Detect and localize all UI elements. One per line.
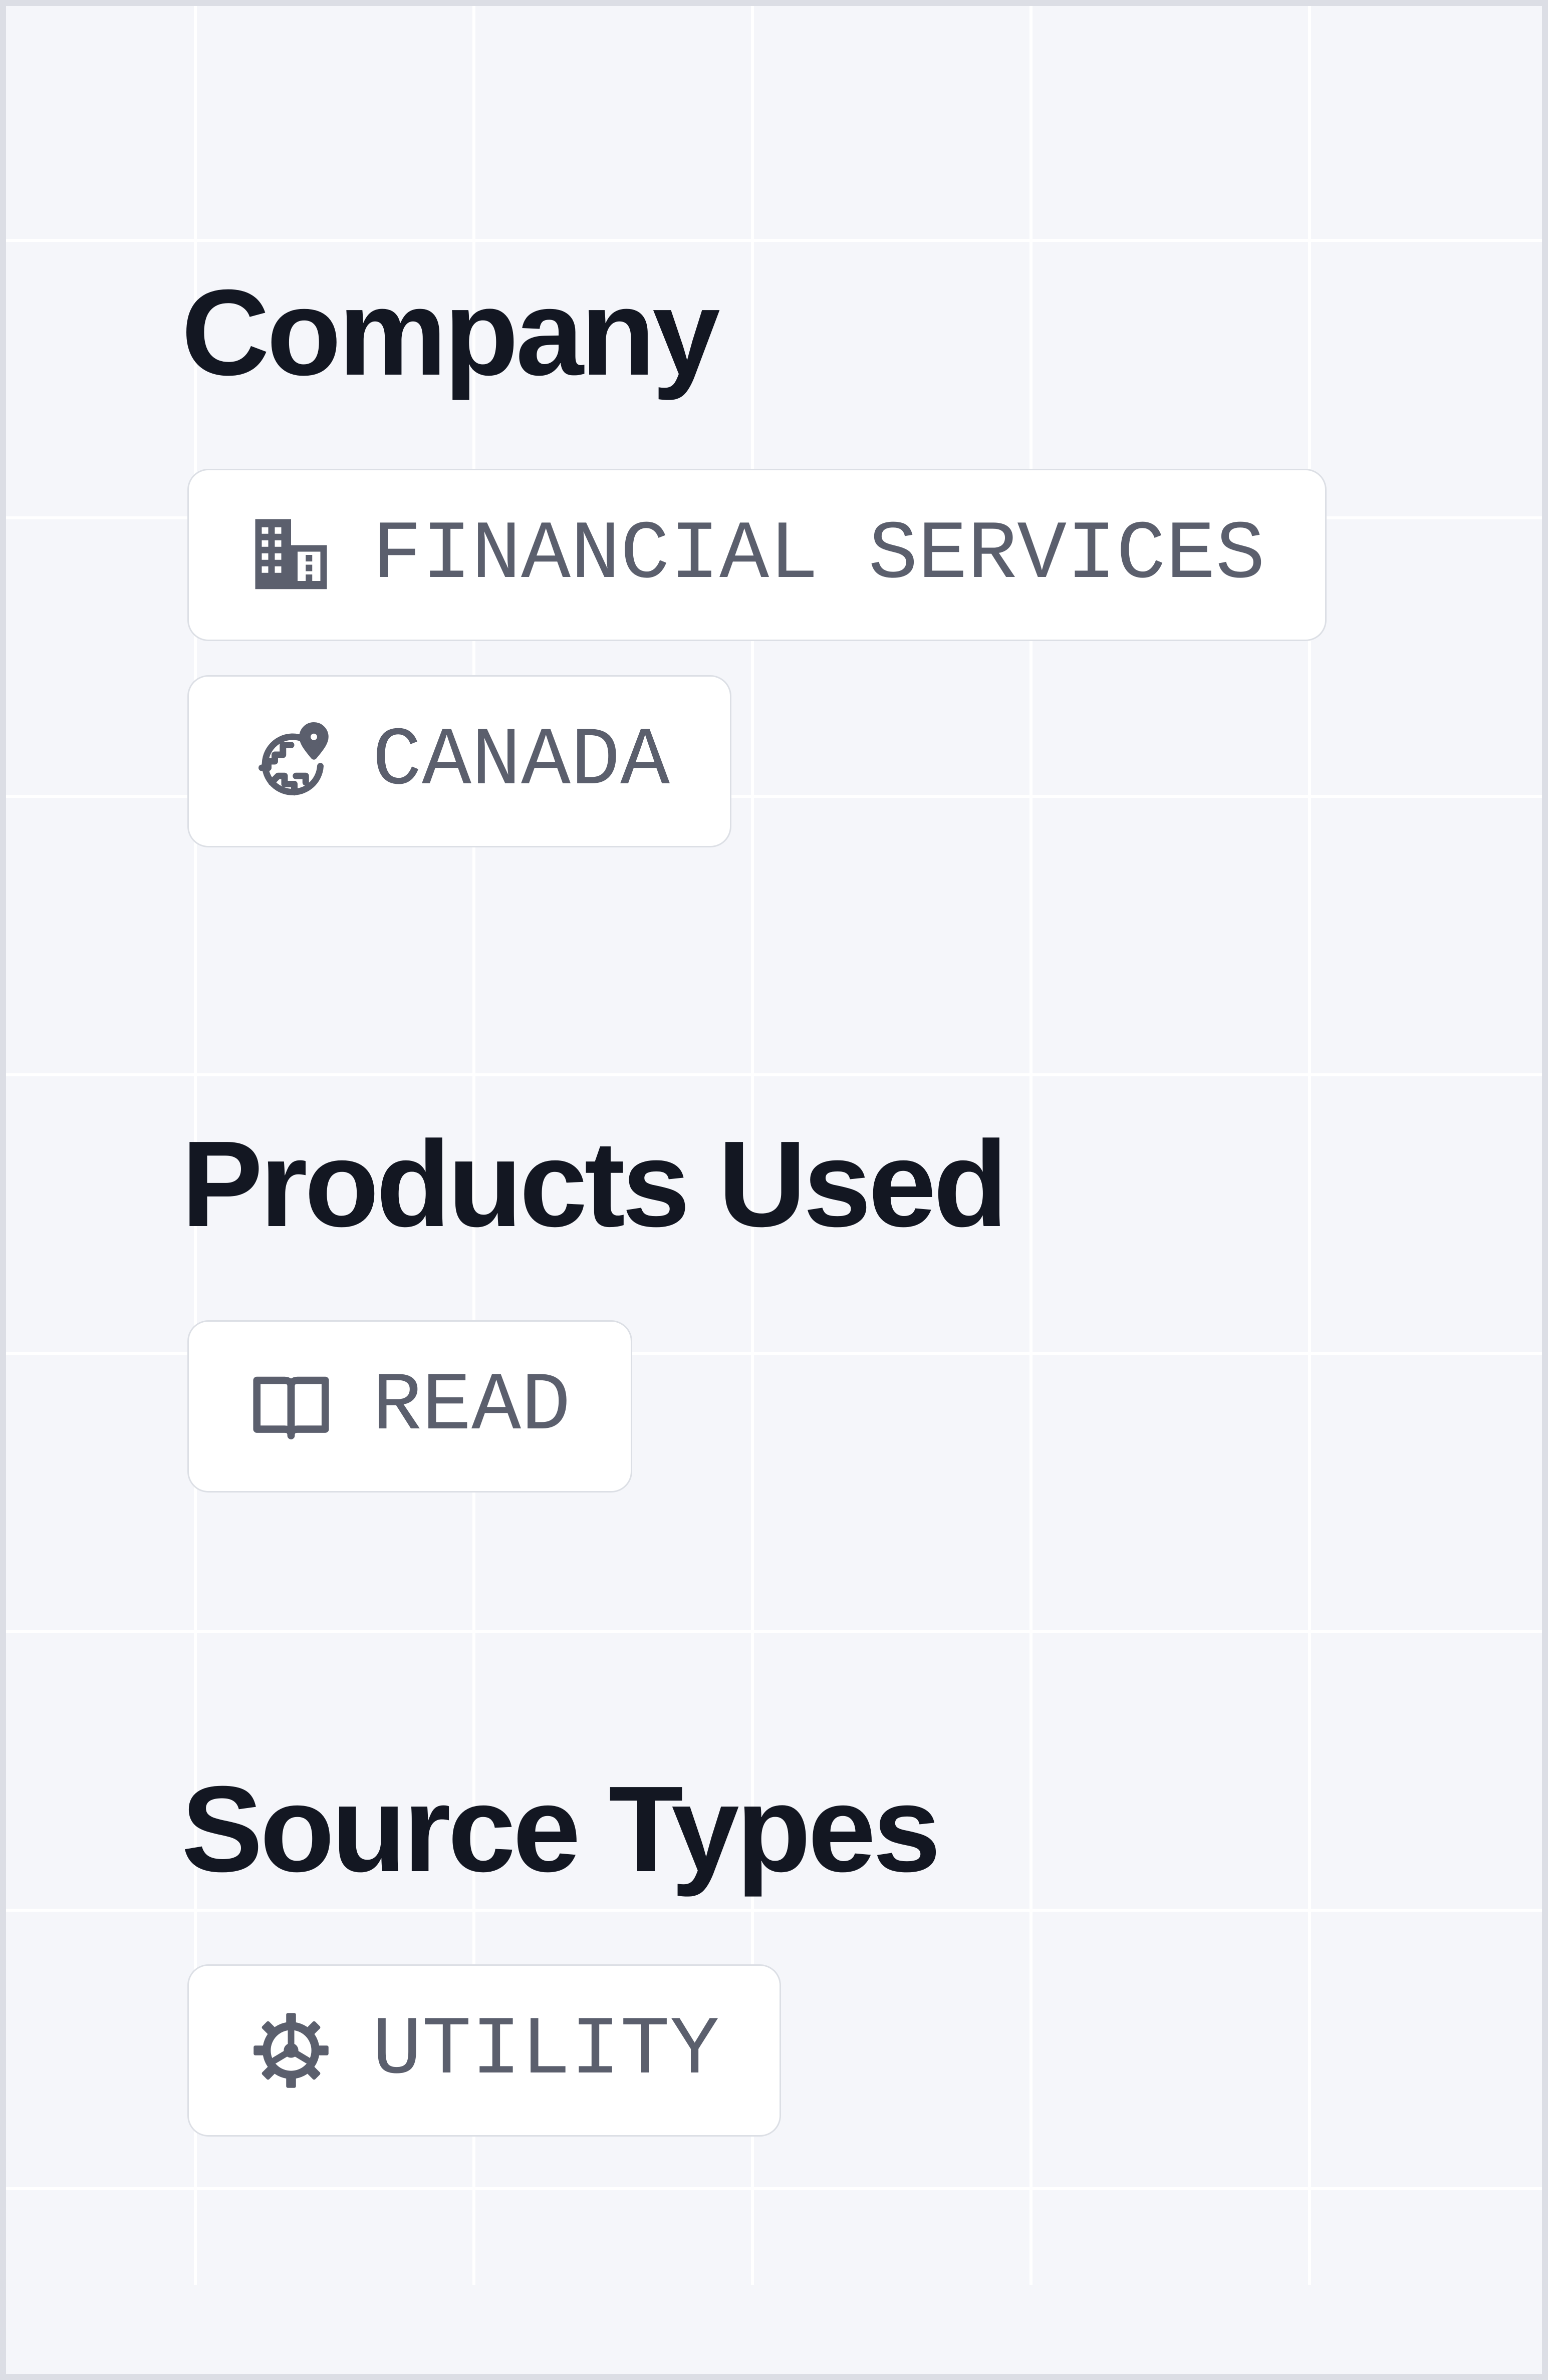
tag-read[interactable]: READ	[187, 1320, 633, 1493]
source-types-heading: Source Types	[181, 1760, 941, 1897]
tags-panel: Company FINANCIAL SERVICES CANADA Produc…	[6, 6, 1542, 2374]
tag-label: UTILITY	[372, 2003, 720, 2098]
company-heading: Company	[181, 264, 720, 401]
tag-canada[interactable]: CANADA	[187, 675, 732, 847]
book-icon	[252, 1367, 330, 1445]
tag-label: FINANCIAL SERVICES	[372, 508, 1265, 602]
tag-utility[interactable]: UTILITY	[187, 1964, 782, 2137]
gear-icon	[252, 2011, 330, 2090]
tag-label: CANADA	[372, 714, 670, 808]
building-icon	[252, 516, 330, 594]
tag-financial-services[interactable]: FINANCIAL SERVICES	[187, 469, 1327, 641]
products-used-heading: Products Used	[181, 1115, 1008, 1252]
globe-location-icon	[252, 722, 330, 800]
tag-label: READ	[372, 1359, 571, 1453]
